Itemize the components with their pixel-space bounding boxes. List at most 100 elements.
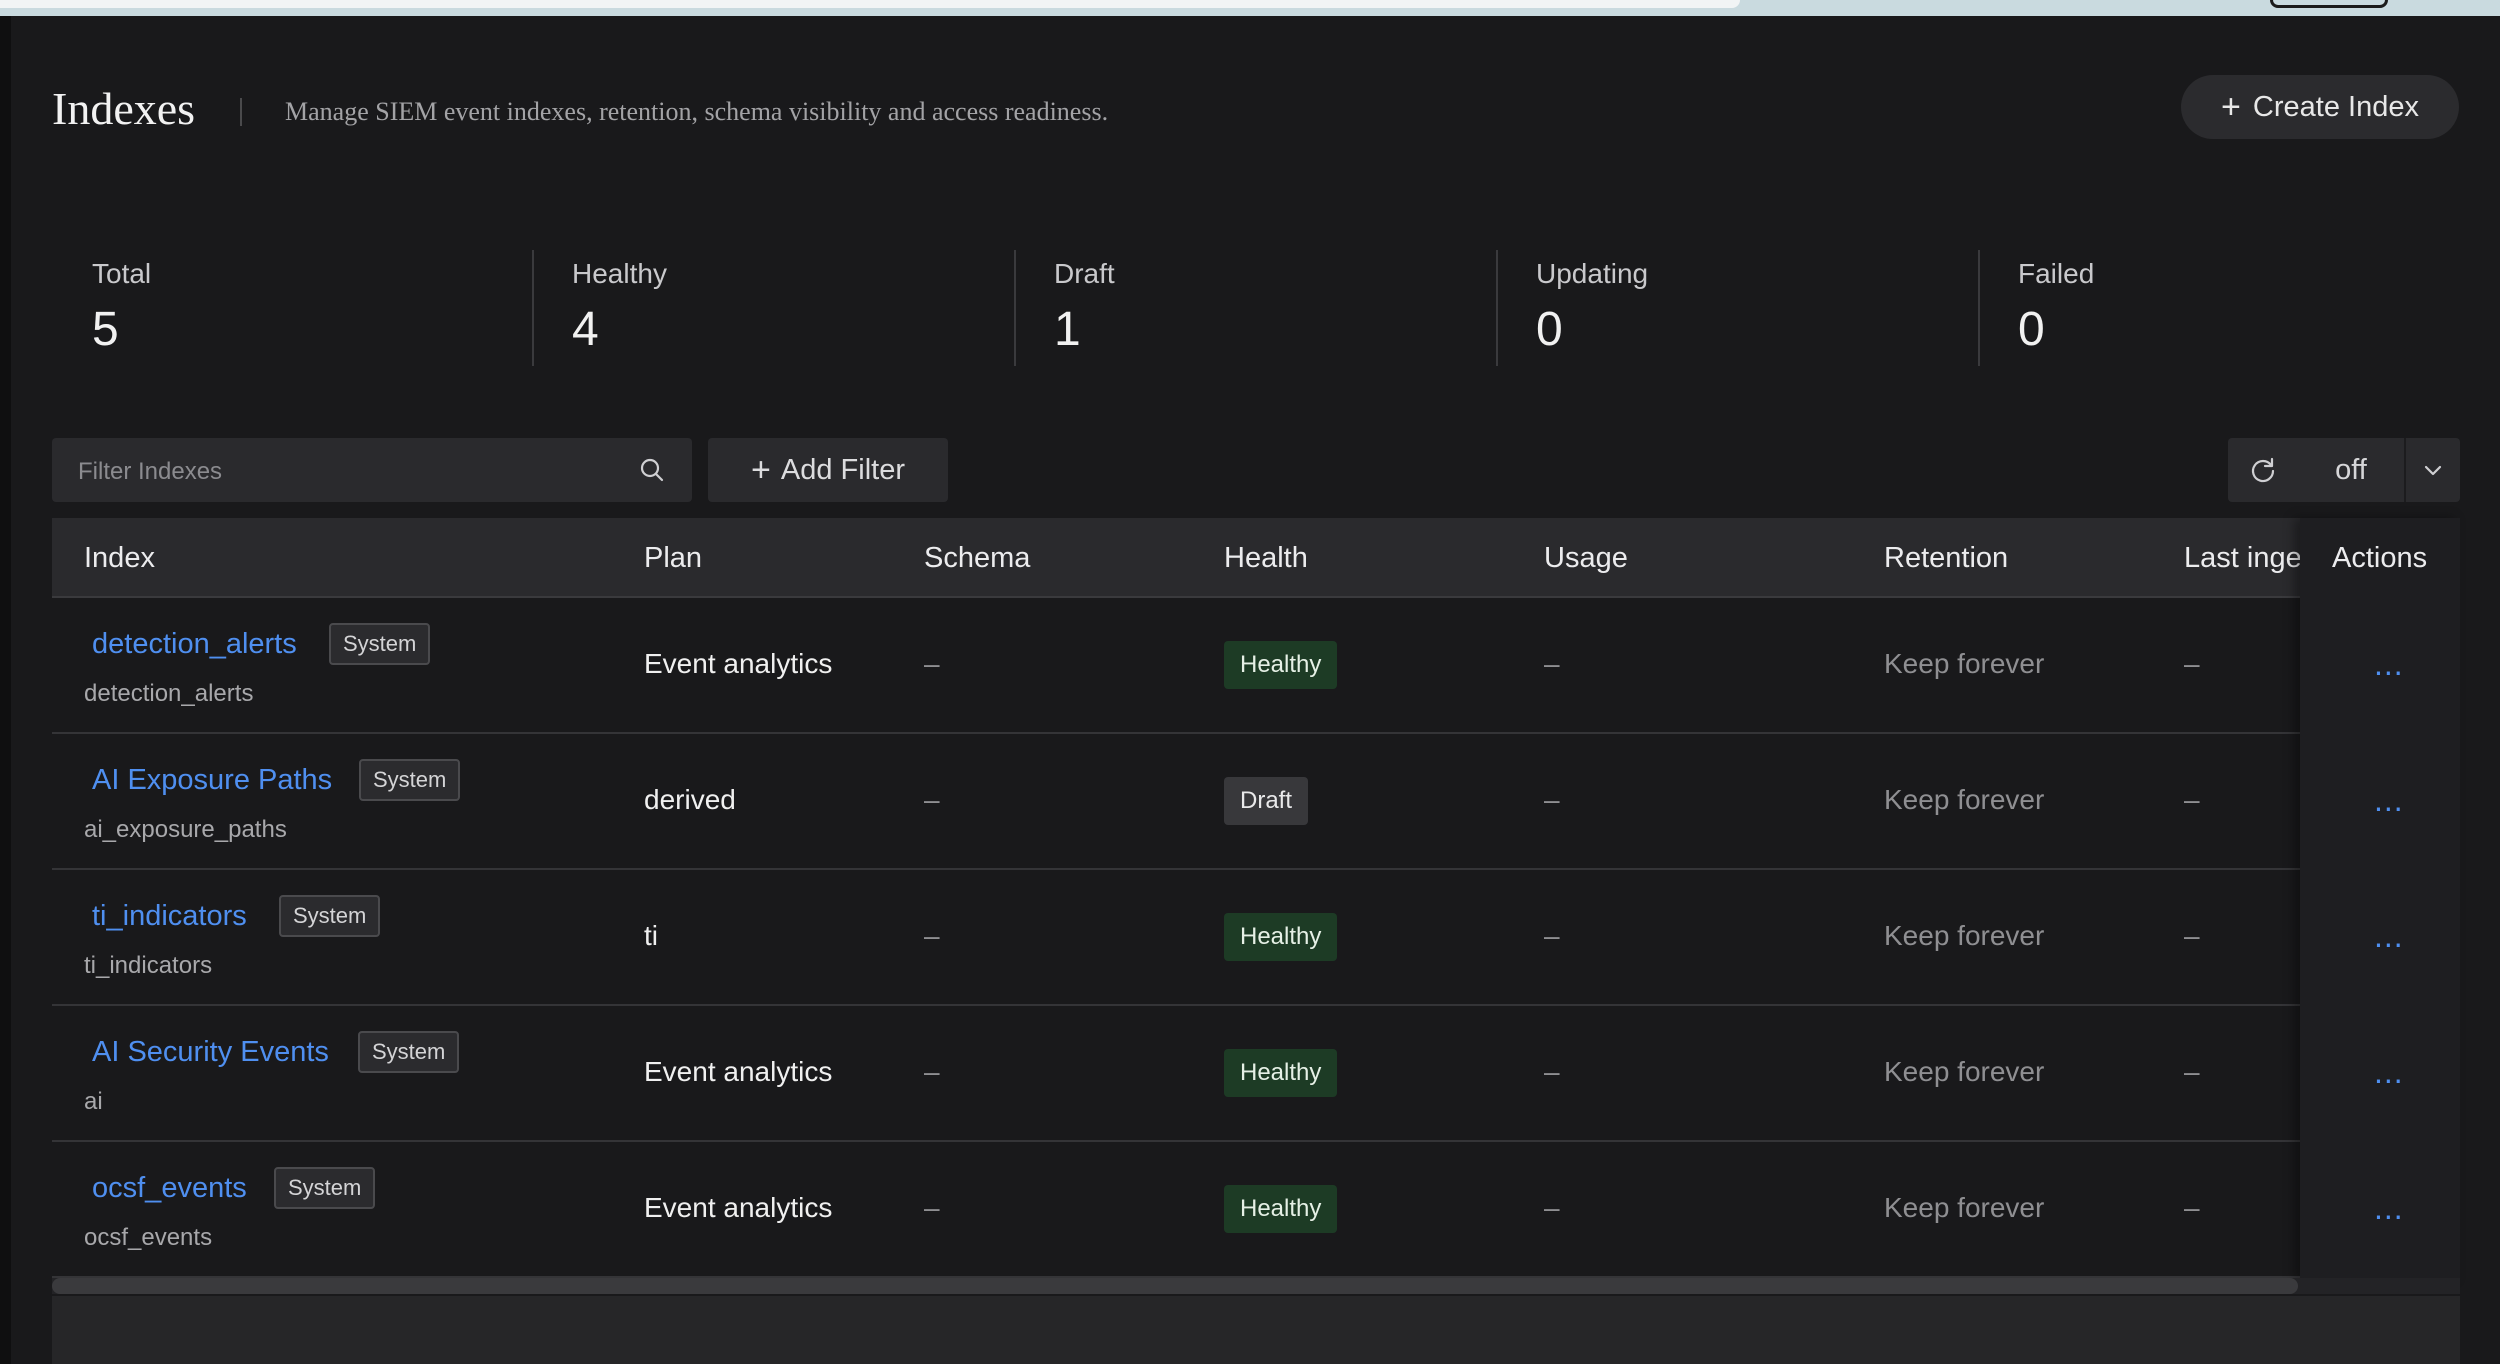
last-ingest-cell: – — [2184, 784, 2200, 815]
usage-cell: – — [1544, 1192, 1560, 1223]
stat-divider — [1014, 250, 1016, 366]
index-name-link[interactable]: detection_alerts — [92, 628, 297, 661]
health-badge: Healthy — [1224, 641, 1338, 689]
create-index-button[interactable]: + Create Index — [2181, 75, 2459, 139]
index-name-link[interactable]: ti_indicators — [92, 900, 247, 933]
stat-value: 1 — [1054, 303, 1081, 356]
schema-cell: – — [924, 784, 940, 815]
column-header-plan[interactable]: Plan — [644, 542, 702, 575]
create-index-label: Create Index — [2252, 90, 2419, 123]
refresh-interval-value[interactable]: off — [2298, 438, 2404, 502]
usage-cell: – — [1544, 1056, 1560, 1087]
schema-cell: – — [924, 1192, 940, 1223]
retention-cell: Keep forever — [1884, 1192, 2045, 1223]
left-edge — [0, 16, 11, 1364]
stat-label: Draft — [1054, 258, 1115, 289]
table-row: AI Security Events System ai Event analy… — [52, 1006, 2460, 1142]
system-badge: System — [329, 623, 431, 665]
health-badge: Healthy — [1224, 1185, 1338, 1233]
health-badge: Draft — [1224, 777, 1309, 825]
refresh-interval-dropdown[interactable] — [2406, 438, 2460, 502]
stat-value: 0 — [2018, 303, 2045, 356]
last-ingest-cell: – — [2184, 648, 2200, 679]
plus-icon: + — [2221, 88, 2241, 126]
page-subtitle: Manage SIEM event indexes, retention, sc… — [285, 97, 1109, 126]
health-badge: Healthy — [1224, 913, 1338, 961]
stat-divider — [1978, 250, 1980, 366]
column-header-usage[interactable]: Usage — [1544, 542, 1628, 575]
table-header: Index Plan Schema Health Usage Retention… — [52, 518, 2460, 598]
browser-address-bar-edge — [0, 0, 1740, 8]
retention-cell: Keep forever — [1884, 1056, 2045, 1087]
retention-cell: Keep forever — [1884, 648, 2045, 679]
stat-divider — [532, 250, 534, 366]
index-name-link[interactable]: ocsf_events — [92, 1172, 247, 1205]
schema-cell: – — [924, 920, 940, 951]
table-footer — [52, 1296, 2460, 1364]
column-header-health[interactable]: Health — [1224, 542, 1308, 575]
index-id: ocsf_events — [84, 1224, 213, 1251]
row-actions-menu-icon[interactable]: ... — [2374, 1190, 2404, 1227]
table-row: detection_alerts System detection_alerts… — [52, 598, 2460, 734]
stat-label: Healthy — [572, 258, 667, 289]
browser-top-strip — [0, 0, 2500, 16]
column-header-last-ingest[interactable]: Last inge — [2184, 542, 2302, 575]
column-header-actions: Actions — [2332, 542, 2428, 574]
plus-icon: + — [751, 451, 771, 489]
health-badge: Healthy — [1224, 1049, 1338, 1097]
row-actions-menu-icon[interactable]: ... — [2374, 646, 2404, 683]
row-actions-menu-icon[interactable]: ... — [2374, 918, 2404, 955]
plan-cell: ti — [644, 920, 658, 951]
last-ingest-cell: – — [2184, 920, 2200, 951]
system-badge: System — [359, 759, 461, 801]
table-row: ti_indicators System ti_indicators ti – … — [52, 870, 2460, 1006]
plan-cell: derived — [644, 784, 736, 815]
row-actions-menu-icon[interactable]: ... — [2374, 1054, 2404, 1091]
refresh-icon — [2251, 457, 2275, 483]
index-name-link[interactable]: AI Exposure Paths — [92, 764, 332, 797]
horizontal-scrollbar-thumb[interactable] — [52, 1278, 2298, 1294]
plan-cell: Event analytics — [644, 1192, 833, 1223]
plan-cell: Event analytics — [644, 1056, 833, 1087]
system-badge: System — [274, 1167, 376, 1209]
refresh-button[interactable] — [2228, 438, 2298, 502]
page-title: Indexes — [52, 83, 196, 134]
filter-placeholder: Filter Indexes — [78, 458, 223, 485]
usage-cell: – — [1544, 784, 1560, 815]
index-id: ti_indicators — [84, 952, 213, 979]
auto-refresh-control: off — [2228, 438, 2460, 502]
stat-value: 5 — [92, 303, 119, 356]
plan-cell: Event analytics — [644, 648, 833, 679]
index-id: ai — [84, 1088, 103, 1115]
schema-cell: – — [924, 648, 940, 679]
search-icon — [640, 458, 664, 482]
stats-summary: Total 5 Healthy 4 Draft 1 Updating 0 Fai… — [52, 250, 2460, 366]
index-id: ai_exposure_paths — [84, 816, 287, 843]
column-header-index[interactable]: Index — [84, 542, 155, 575]
index-id: detection_alerts — [84, 680, 254, 707]
stat-label: Total — [92, 258, 152, 289]
system-badge: System — [358, 1031, 460, 1073]
table-row: ocsf_events System ocsf_events Event ana… — [52, 1142, 2460, 1278]
stat-label: Updating — [1536, 258, 1649, 289]
schema-cell: – — [924, 1056, 940, 1087]
column-header-retention[interactable]: Retention — [1884, 542, 2008, 575]
title-divider — [240, 98, 242, 126]
usage-cell: – — [1544, 920, 1560, 951]
retention-cell: Keep forever — [1884, 920, 2045, 951]
system-badge: System — [279, 895, 381, 937]
last-ingest-cell: – — [2184, 1192, 2200, 1223]
column-header-schema[interactable]: Schema — [924, 542, 1030, 575]
stat-divider — [1496, 250, 1498, 366]
add-filter-button[interactable]: + Add Filter — [708, 438, 948, 502]
chevron-down-icon — [2424, 465, 2442, 476]
filter-indexes-input[interactable]: Filter Indexes — [52, 438, 692, 502]
indexes-table: Index Plan Schema Health Usage Retention… — [52, 518, 2460, 1280]
stat-value: 0 — [1536, 303, 1563, 356]
last-ingest-cell: – — [2184, 1056, 2200, 1087]
row-actions-menu-icon[interactable]: ... — [2374, 782, 2404, 819]
stat-value: 4 — [572, 303, 599, 356]
index-name-link[interactable]: AI Security Events — [92, 1036, 329, 1069]
retention-cell: Keep forever — [1884, 784, 2045, 815]
usage-cell: – — [1544, 648, 1560, 679]
